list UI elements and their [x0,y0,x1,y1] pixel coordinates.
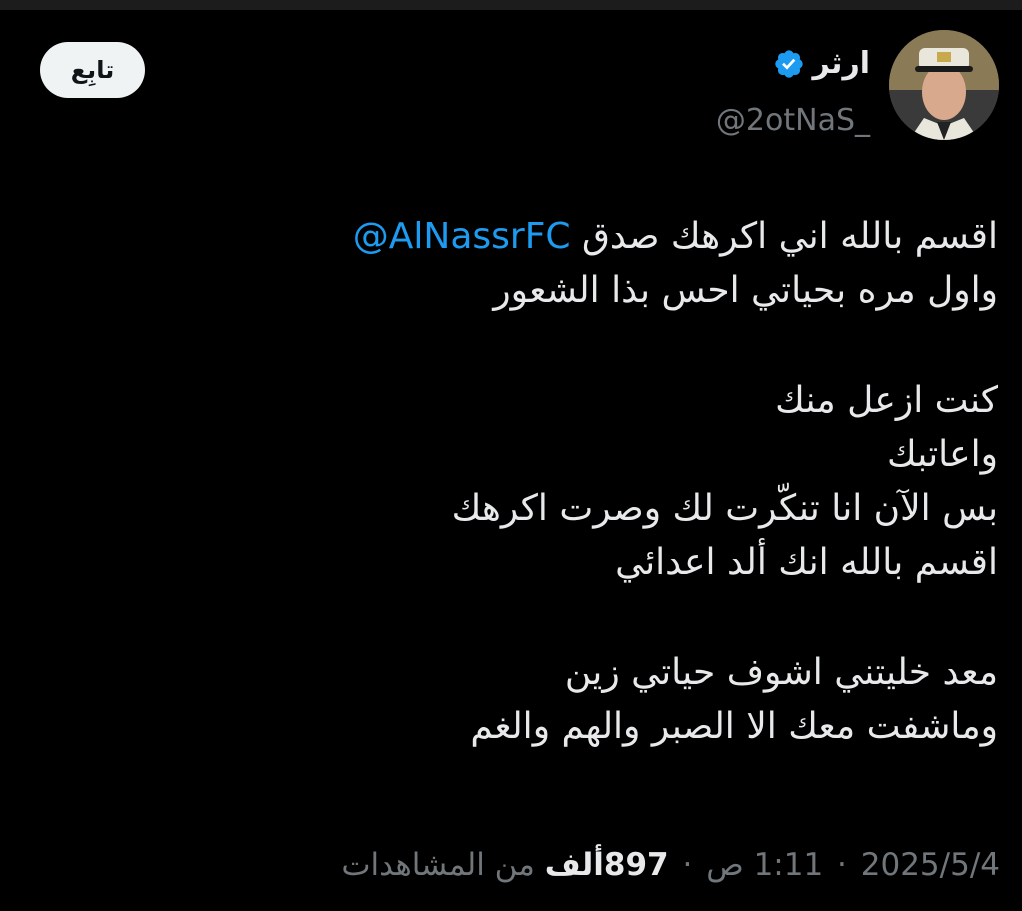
tweet-line: وماشفت معك الا الصبر والهم والغم [470,706,998,747]
tweet-line: اقسم بالله اني اكرهك صدق @AlNassrFC [38,210,998,264]
tweet-line: واول مره بحياتي احس بذا الشعور [493,270,998,311]
mention-link[interactable]: @AlNassrFC [353,216,571,257]
verified-badge-icon [773,48,805,80]
tweet-line: واعاتبك [886,434,998,475]
tweet-line: بس الآن انا تنكّرت لك وصرت اكرهك [451,488,998,529]
follow-button[interactable]: تابِع [40,42,145,98]
tweet-line: معد خليتني اشوف حياتي زين [564,652,998,693]
display-name-row: ارثر [773,48,870,80]
tweet-line-break [38,590,998,646]
tweet-meta: 2025/5/4 · 1:11 ص · 897ألف من المشاهدات [341,850,1000,881]
tweet-date[interactable]: 2025/5/4 [861,847,1000,883]
tweet-card: ارثر @2otNaS_ تابِع اقسم بالله اني اكرهك… [0,10,1022,911]
display-name[interactable]: ارثر [813,49,870,79]
avatar[interactable] [889,30,999,140]
tweet-line: كنت ازعل منك [775,380,998,421]
top-strip [0,0,1022,10]
user-handle[interactable]: @2otNaS_ [716,106,870,136]
tweet-text: اقسم بالله اني اكرهك صدق @AlNassrFC واول… [38,210,998,754]
tweet-line-text: اقسم بالله اني اكرهك صدق [582,216,998,257]
meta-separator: · [682,847,693,883]
views-label: من المشاهدات [341,847,535,883]
profile-avatar-photo-icon [889,30,999,140]
tweet-line-break [38,318,998,374]
tweet-time[interactable]: 1:11 ص [706,847,823,883]
views-count[interactable]: 897ألف [545,847,669,883]
meta-separator: · [837,847,847,883]
tweet-line: اقسم بالله انك ألد اعدائي [615,542,998,583]
